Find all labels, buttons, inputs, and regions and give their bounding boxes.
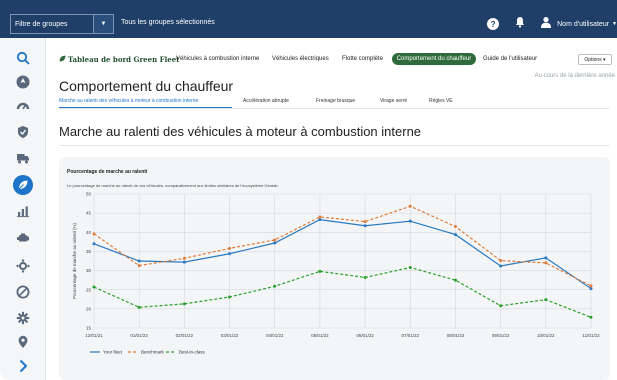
x-tick-label: 10/01/22 (537, 333, 555, 338)
y-tick-label: 35 (86, 249, 92, 254)
x-tick-label: 07/01/22 (402, 333, 420, 338)
y-tick-label: 15 (86, 326, 92, 331)
legend-label: Best-in-class (179, 350, 206, 355)
data-point (318, 269, 322, 273)
data-point (273, 238, 277, 242)
y-tick-label: 45 (86, 211, 92, 216)
data-point (273, 284, 277, 288)
data-point (137, 305, 141, 309)
x-tick-label: 12/01/21 (85, 333, 103, 338)
legend-label: Your fleet (103, 350, 123, 355)
data-point (589, 284, 593, 288)
data-point (182, 302, 186, 306)
idling-line-chart: 15 20 25 30 35 40 45 50 12/01/21 01/01/22 02/01/22… (72, 192, 600, 355)
data-point (408, 204, 412, 208)
x-tick-label: 01/01/22 (130, 333, 148, 338)
y-axis-label: Pourcentage de marche au ralenti (%) (72, 222, 77, 299)
data-point (318, 218, 322, 222)
data-point (453, 278, 457, 282)
y-tick-label: 20 (86, 306, 92, 311)
x-tick-label: 03/01/22 (221, 333, 239, 338)
data-point (273, 241, 277, 245)
data-point (182, 260, 186, 264)
data-point (544, 298, 548, 302)
series-line-2 (93, 266, 592, 318)
data-point (408, 266, 412, 270)
data-point (137, 259, 141, 263)
data-point (499, 264, 503, 268)
data-point (499, 304, 503, 308)
data-point (318, 215, 322, 219)
data-point (92, 232, 96, 236)
data-point (92, 242, 96, 246)
x-tick-label: 06/01/22 (356, 333, 374, 338)
legend-label: Benchmark (141, 350, 165, 355)
x-tick-label: 11/01/22 (582, 333, 600, 338)
data-point (363, 275, 367, 279)
x-tick-label: 08/01/22 (447, 333, 465, 338)
data-point (363, 224, 367, 228)
data-point (137, 264, 141, 268)
y-tick-label: 30 (86, 268, 92, 273)
data-point (453, 225, 457, 229)
data-point (228, 295, 232, 299)
x-tick-label: 05/01/22 (311, 333, 329, 338)
data-point (363, 220, 367, 224)
x-tick-label: 09/01/22 (492, 333, 510, 338)
data-point (182, 256, 186, 260)
x-tick-label: 04/01/22 (266, 333, 284, 338)
y-tick-label: 50 (86, 192, 92, 197)
data-point (544, 256, 548, 260)
data-point (499, 259, 503, 263)
y-tick-label: 40 (86, 230, 92, 235)
data-point (408, 219, 412, 223)
data-point (589, 315, 593, 319)
data-point (453, 233, 457, 237)
y-tick-label: 25 (86, 287, 92, 292)
data-point (544, 261, 548, 265)
series-line-0 (93, 219, 592, 290)
data-point (589, 287, 593, 291)
data-point (228, 246, 232, 250)
data-point (92, 285, 96, 289)
data-point (228, 252, 232, 256)
x-tick-label: 02/01/22 (176, 333, 194, 338)
